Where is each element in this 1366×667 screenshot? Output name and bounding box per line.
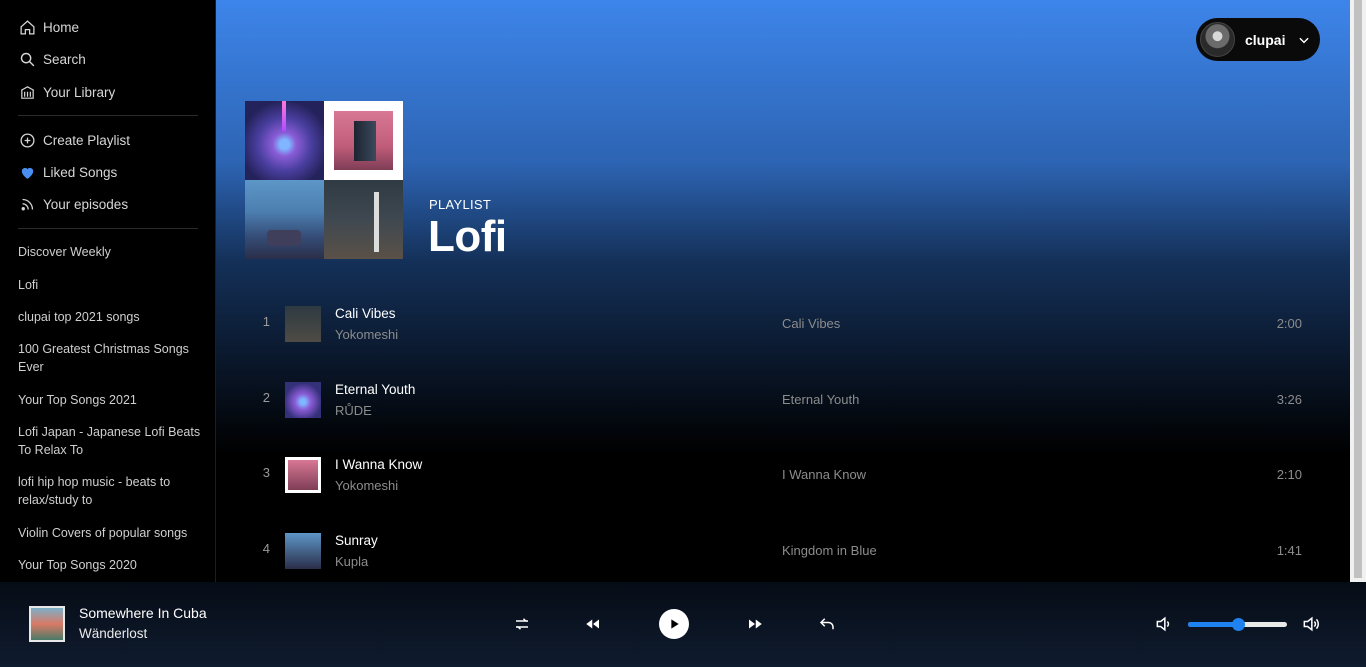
track-title: Sunray [335,533,378,548]
track-art [285,533,321,569]
user-menu-button[interactable]: clupai [1196,18,1320,61]
cover-tile [324,180,403,259]
page-title: Lofi [428,212,507,261]
library-icon [18,83,36,101]
liked-songs-link[interactable]: Liked Songs [18,160,117,184]
fast-forward-icon [749,619,762,629]
cover-tile [324,101,403,180]
track-number: 3 [262,465,270,480]
sidebar-playlist-item[interactable]: Lofi Japan - Japanese Lofi Beats To Rela… [18,423,203,459]
track-number: 1 [262,314,270,329]
track-album[interactable]: Eternal Youth [782,392,859,407]
track-artist[interactable]: Kupla [335,554,368,569]
main-content: clupai PLAYLIST Lofi 1 Cali Vibes Yokome… [216,0,1350,582]
scrollbar[interactable] [1350,0,1366,582]
volume-high-icon[interactable] [1301,614,1321,634]
shuffle-button[interactable] [510,612,534,636]
track-title: Cali Vibes [335,306,396,321]
sidebar-playlist-item[interactable]: Your Top Songs 2020 [18,556,203,574]
sidebar-playlist-item[interactable]: lofi hip hop music - beats to relax/stud… [18,473,203,509]
track-title: I Wanna Know [335,457,423,472]
volume-low-icon[interactable] [1154,614,1174,634]
now-playing-title[interactable]: Somewhere In Cuba [79,605,207,621]
track-duration: 2:10 [1276,467,1302,482]
track-artist[interactable]: RŮDE [335,403,372,418]
track-album[interactable]: Kingdom in Blue [782,543,877,558]
sidebar: Home Search Your Library Create Playlist… [0,0,216,582]
create-playlist-button[interactable]: Create Playlist [18,128,130,152]
chevron-down-icon [1299,37,1310,43]
track-duration: 2:00 [1276,316,1302,331]
sidebar-playlist-item[interactable]: Discover Weekly [18,243,203,261]
play-icon [671,619,679,629]
sidebar-playlist-item[interactable]: Lofi [18,276,203,294]
avatar [1200,22,1235,57]
scrollbar-thumb[interactable] [1354,0,1362,578]
liked-songs-label: Liked Songs [43,164,118,180]
plus-circle-icon [18,131,36,149]
rewind-icon [586,619,599,629]
now-playing-art [29,606,65,642]
nav-home[interactable]: Home [18,15,79,39]
sidebar-playlist-item[interactable]: clupai top 2021 songs [18,308,203,326]
username: clupai [1245,31,1286,48]
volume-handle[interactable] [1231,618,1245,631]
track-title: Eternal Youth [335,382,416,397]
track-art [285,382,321,418]
nav-search[interactable]: Search [18,47,86,71]
volume-fill [1188,622,1238,627]
track-number: 4 [262,541,270,556]
track-art [285,457,321,493]
track-row[interactable]: 1 Cali Vibes Yokomeshi Cali Vibes 2:00 [246,296,1316,352]
home-icon [18,18,36,36]
track-artist[interactable]: Yokomeshi [335,478,398,493]
playlist-cover [245,101,403,259]
nav-search-label: Search [43,51,86,67]
track-number: 2 [262,390,270,405]
playlist-type: PLAYLIST [429,197,492,212]
track-row[interactable]: 3 I Wanna Know Yokomeshi I Wanna Know 2:… [246,447,1316,503]
previous-button[interactable] [581,612,605,636]
volume-slider[interactable] [1188,618,1287,631]
rss-icon [18,195,36,213]
track-album[interactable]: Cali Vibes [782,316,840,331]
track-row[interactable]: 2 Eternal Youth RŮDE Eternal Youth 3:26 [246,372,1316,428]
track-artist[interactable]: Yokomeshi [335,327,398,342]
sidebar-playlist-item[interactable]: Violin Covers of popular songs [18,524,203,542]
track-album[interactable]: I Wanna Know [782,467,866,482]
sidebar-playlist-item[interactable]: Your Top Songs 2021 [18,391,203,409]
shuffle-icon [516,618,528,630]
your-episodes-link[interactable]: Your episodes [18,192,128,216]
heart-icon [18,163,36,181]
track-duration: 1:41 [1276,543,1302,558]
cover-tile [245,101,324,180]
now-playing-artist[interactable]: Wänderlost [79,626,147,641]
player-bar: Somewhere In Cuba Wänderlost [0,582,1366,667]
repeat-button[interactable] [815,612,839,636]
nav-your-library[interactable]: Your Library [18,80,115,104]
create-playlist-label: Create Playlist [43,132,131,148]
nav-library-label: Your Library [43,84,116,100]
sidebar-playlist-item[interactable]: 100 Greatest Christmas Songs Ever [18,340,203,376]
cover-tile [245,180,324,259]
track-duration: 3:26 [1276,392,1302,407]
search-icon [18,50,36,68]
play-button[interactable] [659,609,689,639]
sidebar-divider [18,228,198,229]
undo-icon [819,618,834,630]
nav-home-label: Home [43,19,80,35]
sidebar-divider [18,115,198,116]
your-episodes-label: Your episodes [43,196,129,212]
track-row[interactable]: 4 Sunray Kupla Kingdom in Blue 1:41 [246,523,1316,579]
next-button[interactable] [743,612,767,636]
track-art [285,306,321,342]
